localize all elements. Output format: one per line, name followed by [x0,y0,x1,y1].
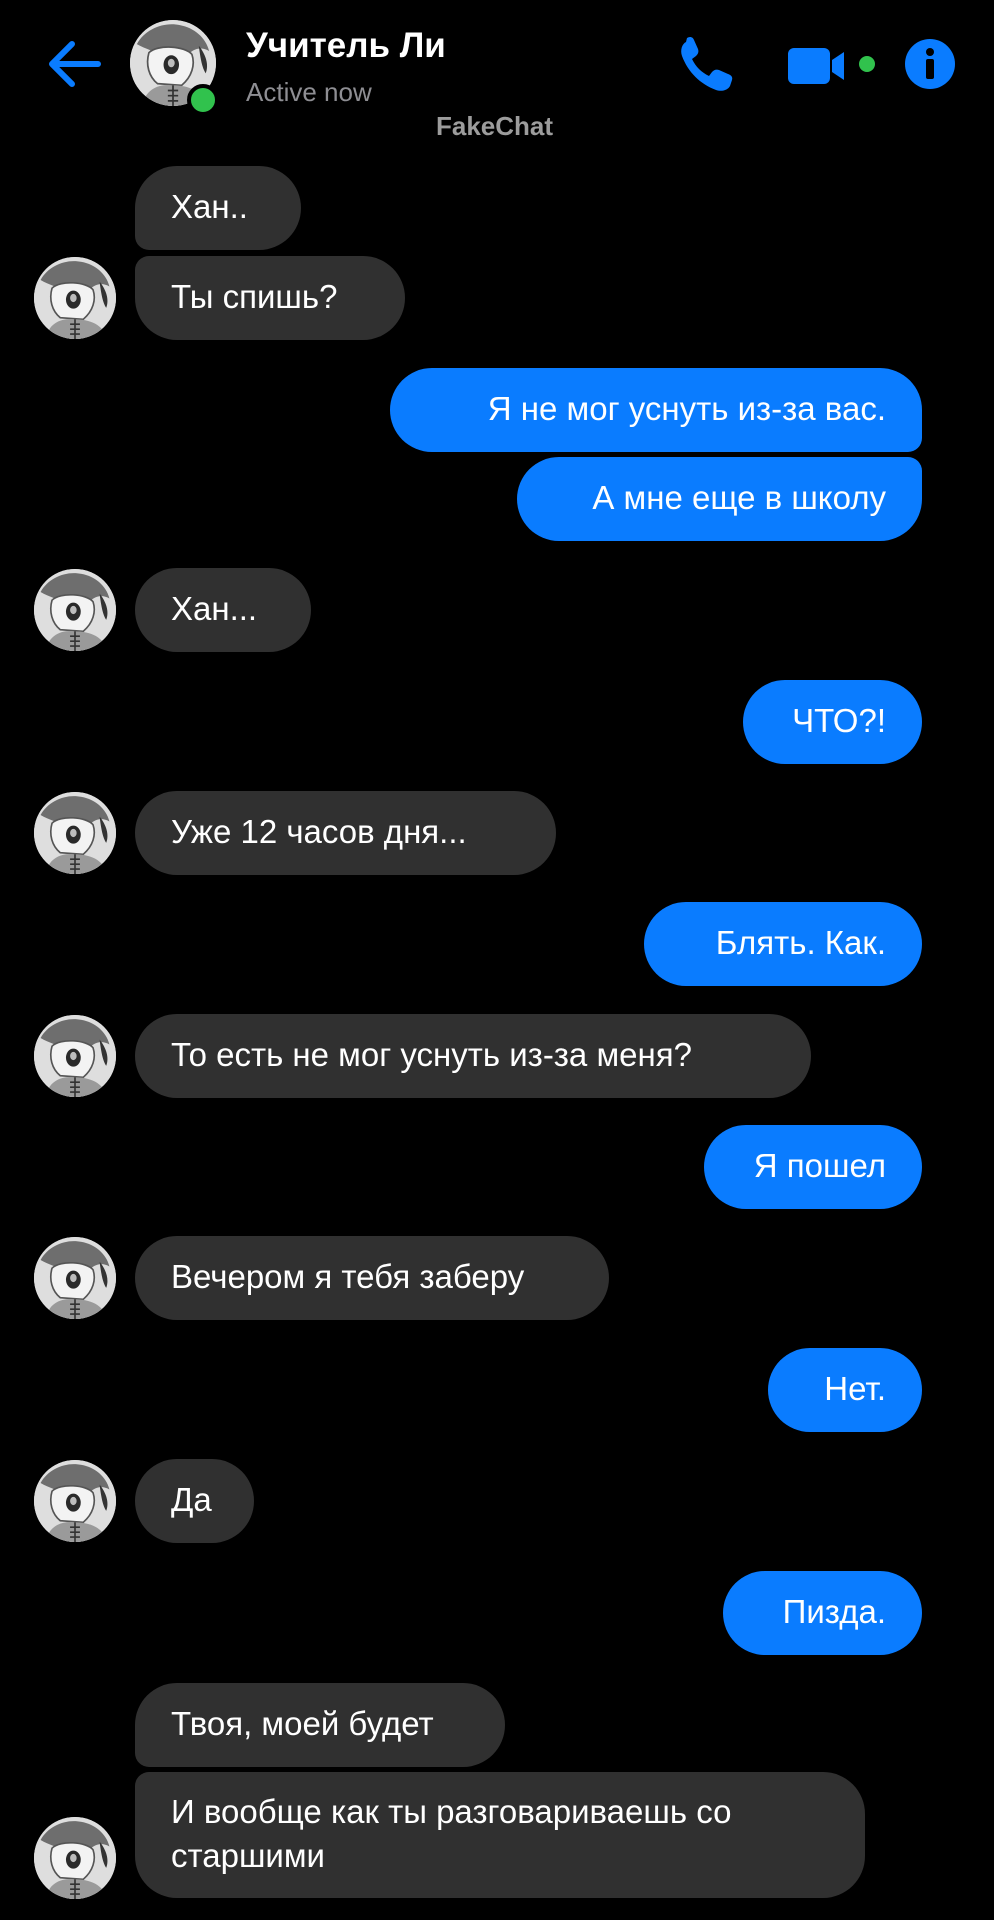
sender-avatar[interactable] [34,1460,116,1542]
outgoing-message[interactable]: Нет. [768,1348,922,1432]
incoming-message[interactable]: Да [135,1459,254,1543]
outgoing-message[interactable]: Я пошел [704,1125,922,1209]
info-button[interactable] [904,38,956,90]
sender-avatar[interactable] [34,569,116,651]
back-button[interactable] [44,38,104,90]
arrow-left-icon [49,41,101,87]
video-call-button[interactable] [786,44,882,88]
sender-avatar[interactable] [34,1015,116,1097]
video-camera-icon [788,48,875,84]
active-status: Active now [246,77,372,107]
incoming-message[interactable]: Хан... [135,568,311,652]
sender-avatar[interactable] [34,1817,116,1899]
outgoing-message[interactable]: Пизда. [723,1571,922,1655]
outgoing-message[interactable]: Блять. Как. [644,902,922,986]
online-indicator [187,84,219,116]
chat-header: Учитель Ли Active now FakeChat [0,0,994,150]
incoming-message[interactable]: И вообще как ты разговариваешь со старши… [135,1772,865,1898]
outgoing-message[interactable]: ЧТО?! [743,680,922,764]
call-button[interactable] [676,36,736,96]
phone-icon [681,36,733,91]
outgoing-message[interactable]: Я не мог уснуть из-за вас. [390,368,922,452]
incoming-message[interactable]: Ты спишь? [135,256,405,340]
info-icon [905,39,955,89]
incoming-message[interactable]: Вечером я тебя заберу [135,1236,609,1320]
sender-avatar[interactable] [34,257,116,339]
sender-avatar[interactable] [34,1237,116,1319]
incoming-message[interactable]: Уже 12 часов дня... [135,791,556,875]
incoming-message[interactable]: Хан.. [135,166,301,250]
sender-avatar[interactable] [34,792,116,874]
incoming-message[interactable]: То есть не мог уснуть из-за меня? [135,1014,811,1098]
app-watermark: FakeChat [436,111,554,141]
incoming-message[interactable]: Твоя, моей будет [135,1683,505,1767]
contact-name[interactable]: Учитель Ли [246,26,446,66]
outgoing-message[interactable]: А мне еще в школу [517,457,922,541]
